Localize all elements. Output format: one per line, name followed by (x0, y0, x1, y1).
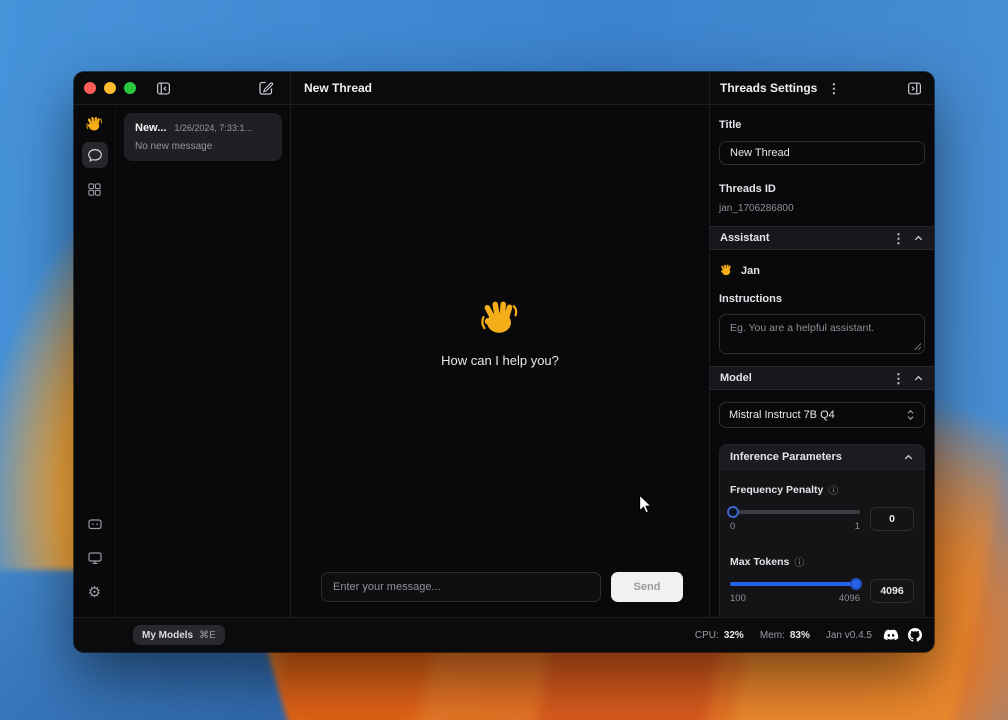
instructions-placeholder: Eg. You are a helpful assistant. (730, 322, 874, 334)
thread-list: New... 1/26/2024, 7:33:1... No new messa… (115, 105, 290, 617)
frequency-penalty-label: Frequency Penalty (730, 484, 823, 496)
cpu-label: CPU: (695, 630, 719, 641)
tab-settings[interactable]: ⚙ (82, 579, 108, 605)
mem-value: 83% (790, 630, 810, 641)
max-tokens-value[interactable]: 4096 (870, 579, 914, 603)
grid-icon (87, 182, 102, 197)
info-icon: ⓘ (794, 554, 804, 569)
assistant-identity: Jan (710, 250, 934, 278)
message-input[interactable] (321, 572, 601, 602)
threads-id-label: Threads ID (719, 183, 925, 195)
slider-max-label: 4096 (839, 593, 860, 604)
chevron-up-icon (913, 373, 924, 384)
thread-item-timestamp: 1/26/2024, 7:33:1... (174, 123, 252, 133)
gear-icon: ⚙ (88, 583, 101, 601)
new-thread-compose-icon[interactable] (256, 78, 276, 98)
slider-thumb[interactable] (727, 506, 739, 518)
select-updown-icon (906, 409, 915, 421)
titlebar-left (74, 72, 290, 104)
thread-title-input[interactable] (719, 141, 925, 165)
tab-hub[interactable] (82, 176, 108, 202)
assistant-wave-icon (719, 263, 734, 278)
jan-app-window: New Thread Threads Settings ⋮ (74, 72, 934, 652)
chat-bubble-icon (87, 147, 103, 163)
thread-item-title: New... (135, 122, 166, 134)
system-stats: CPU: 32% Mem: 83% Jan v0.4.5 (695, 628, 922, 642)
threads-settings-menu-icon[interactable]: ⋮ (823, 82, 844, 95)
my-models-button[interactable]: My Models ⌘E (133, 625, 225, 645)
frequency-penalty-value[interactable]: 0 (870, 507, 914, 531)
my-models-shortcut: ⌘E (199, 630, 216, 641)
mouse-cursor (635, 493, 657, 517)
chat-area: How can I help you? Send (290, 105, 709, 617)
chevron-up-icon (903, 452, 914, 463)
desktop-wallpaper: New Thread Threads Settings ⋮ (0, 0, 1008, 720)
title-label: Title (719, 119, 925, 131)
param-frequency-penalty: Frequency Penalty ⓘ 0 (730, 482, 914, 532)
window-content: ⚙ New... 1/26/2024, 7:33:1... No new mes… (74, 105, 934, 617)
instructions-textarea[interactable]: Eg. You are a helpful assistant. (719, 314, 925, 354)
inference-parameters-header[interactable]: Inference Parameters (720, 445, 924, 470)
message-input-row: Send (321, 572, 683, 602)
assistant-name: Jan (741, 265, 760, 277)
thread-item-preview: No new message (135, 141, 271, 152)
mem-label: Mem: (760, 630, 785, 641)
chevron-up-icon (913, 233, 924, 244)
inference-header-label: Inference Parameters (730, 451, 842, 463)
traffic-minimize-button[interactable] (104, 82, 116, 94)
resize-handle-icon[interactable] (914, 343, 921, 350)
send-button[interactable]: Send (611, 572, 683, 602)
model-select[interactable]: Mistral Instruct 7B Q4 (719, 402, 925, 428)
cpu-value: 32% (724, 630, 744, 641)
github-icon[interactable] (908, 628, 922, 642)
app-version: Jan v0.4.5 (826, 630, 872, 641)
right-panel-header: Threads Settings ⋮ (709, 72, 934, 104)
empty-thread-greeting: How can I help you? (291, 297, 709, 368)
threads-id-value: jan_1706286800 (719, 203, 925, 214)
wave-emoji (478, 297, 522, 341)
collapse-left-panel-icon[interactable] (154, 79, 173, 98)
model-selected-value: Mistral Instruct 7B Q4 (729, 409, 835, 421)
info-icon: ⓘ (828, 482, 838, 497)
model-header-label: Model (720, 372, 752, 384)
jan-logo-wave-icon (85, 115, 104, 134)
assistant-header-label: Assistant (720, 232, 770, 244)
collapse-right-panel-icon[interactable] (905, 79, 924, 98)
max-tokens-slider[interactable] (730, 582, 860, 586)
slider-thumb[interactable] (850, 578, 862, 590)
thread-list-item[interactable]: New... 1/26/2024, 7:33:1... No new messa… (124, 113, 282, 161)
tab-system-monitor[interactable] (82, 545, 108, 571)
traffic-zoom-button[interactable] (124, 82, 136, 94)
slider-min-label: 0 (730, 521, 735, 532)
instructions-label: Instructions (719, 293, 925, 305)
traffic-close-button[interactable] (84, 82, 96, 94)
discord-icon[interactable] (883, 629, 899, 642)
titlebar: New Thread Threads Settings ⋮ (74, 72, 934, 105)
thread-title: New Thread (304, 81, 372, 95)
greeting-text: How can I help you? (291, 353, 709, 368)
param-max-tokens: Max Tokens ⓘ 100 40 (730, 554, 914, 604)
main-header: New Thread (290, 72, 709, 104)
threads-settings-title: Threads Settings (720, 81, 817, 95)
api-server-icon (87, 516, 103, 532)
status-bar: My Models ⌘E CPU: 32% Mem: 83% Jan v0.4.… (74, 617, 934, 652)
tab-chat[interactable] (82, 142, 108, 168)
slider-min-label: 100 (730, 593, 746, 604)
monitor-icon (87, 550, 103, 566)
model-section-header[interactable]: Model ⋮ (710, 366, 934, 390)
tab-local-api-server[interactable] (82, 511, 108, 537)
assistant-section-header[interactable]: Assistant ⋮ (710, 226, 934, 250)
inference-parameters-card: Inference Parameters Frequency Penalty ⓘ (719, 444, 925, 617)
frequency-penalty-slider[interactable] (730, 510, 860, 514)
threads-settings-panel: Title Threads ID jan_1706286800 Assistan… (709, 105, 934, 617)
model-menu-icon[interactable]: ⋮ (888, 372, 909, 385)
assistant-menu-icon[interactable]: ⋮ (888, 232, 909, 245)
my-models-label: My Models (142, 630, 193, 641)
slider-max-label: 1 (855, 521, 860, 532)
max-tokens-label: Max Tokens (730, 556, 789, 568)
icon-rail: ⚙ (74, 105, 115, 617)
